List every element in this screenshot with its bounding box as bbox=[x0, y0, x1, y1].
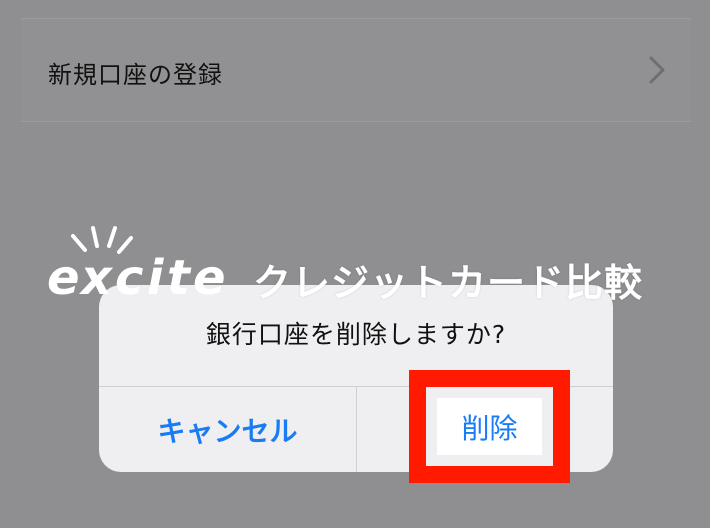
row-label: 新規口座の登録 bbox=[48, 61, 223, 89]
svg-text:e: e bbox=[47, 250, 80, 306]
dimmed-screen: 新規口座の登録 銀行口座を削除しますか? キャンセル 削除 e x c i t … bbox=[0, 0, 710, 528]
chevron-right-icon bbox=[647, 55, 667, 85]
dialog-title: 銀行口座を削除しますか? bbox=[205, 320, 507, 349]
cancel-button[interactable]: キャンセル bbox=[99, 387, 356, 472]
delete-button-label[interactable]: 削除 bbox=[437, 398, 542, 455]
new-account-registration-row[interactable]: 新規口座の登録 bbox=[21, 18, 691, 122]
